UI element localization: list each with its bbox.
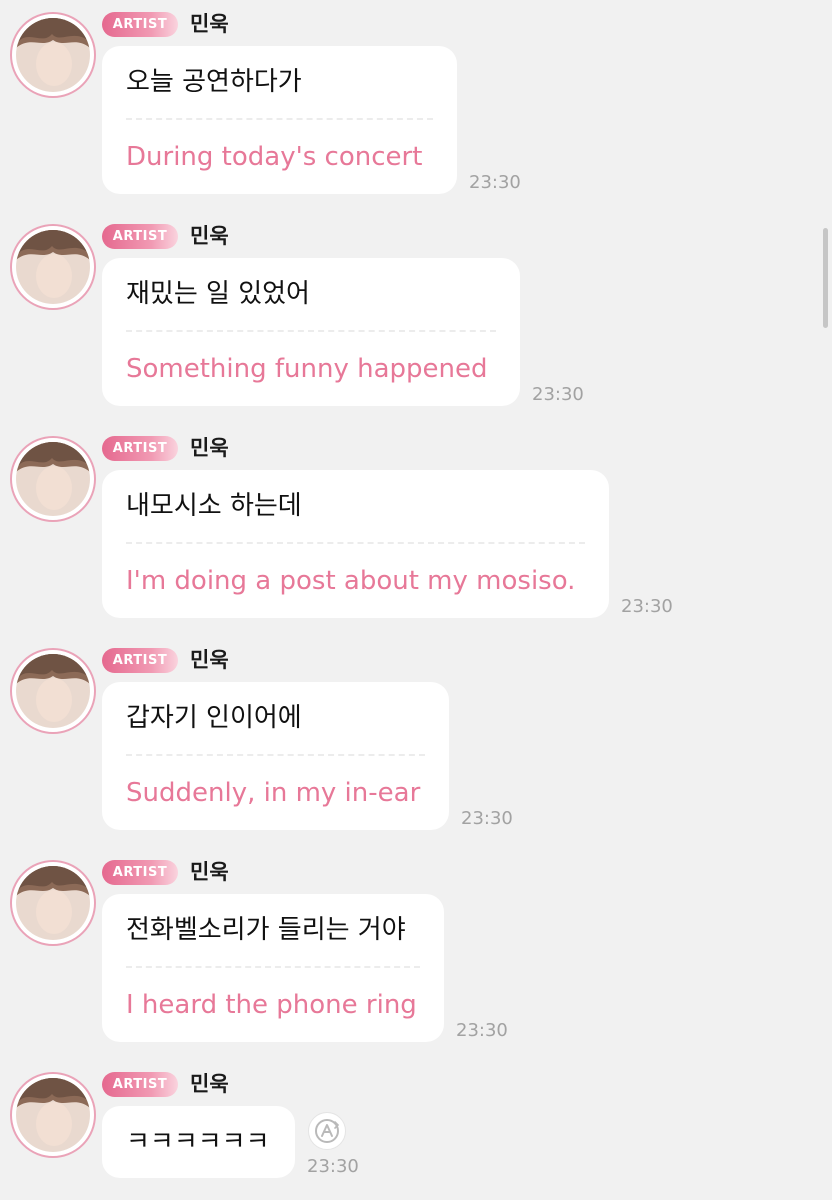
avatar[interactable] bbox=[10, 648, 96, 734]
message-timestamp: 23:30 bbox=[469, 172, 521, 193]
translate-icon bbox=[315, 1119, 340, 1143]
message-bubble[interactable]: 오늘 공연하다가 During today's concert bbox=[102, 46, 457, 194]
sender-name: 민욱 bbox=[190, 12, 229, 36]
message-bubble[interactable]: 재밌는 일 있었어 Something funny happened bbox=[102, 258, 520, 406]
sender-name: 민욱 bbox=[190, 1072, 229, 1096]
avatar[interactable] bbox=[10, 860, 96, 946]
message-original-text: 갑자기 인이어에 bbox=[126, 703, 302, 733]
message-translation-text: Something funny happened bbox=[126, 354, 488, 384]
message-timestamp: 23:30 bbox=[621, 596, 673, 617]
message-bubble[interactable]: 전화벨소리가 들리는 거야 I heard the phone ring bbox=[102, 894, 444, 1042]
sender-name: 민욱 bbox=[190, 860, 229, 884]
avatar[interactable] bbox=[10, 224, 96, 310]
scrollbar[interactable] bbox=[823, 228, 828, 328]
message-translation-text: Suddenly, in my in-ear bbox=[126, 778, 421, 808]
artist-badge: ARTIST bbox=[102, 224, 178, 249]
message-translation-text: During today's concert bbox=[126, 142, 423, 172]
artist-badge: ARTIST bbox=[102, 648, 178, 673]
sender-name: 민욱 bbox=[190, 648, 229, 672]
avatar[interactable] bbox=[10, 1072, 96, 1158]
message-bubble[interactable]: 갑자기 인이어에 Suddenly, in my in-ear bbox=[102, 682, 449, 830]
message-original-text: 재밌는 일 있었어 bbox=[126, 279, 310, 309]
avatar-photo bbox=[16, 442, 90, 516]
message-timestamp: 23:30 bbox=[307, 1156, 359, 1177]
message-original-text: 내모시소 하는데 bbox=[126, 491, 302, 521]
avatar-photo bbox=[16, 1078, 90, 1152]
message-bubble[interactable]: 내모시소 하는데 I'm doing a post about my mosis… bbox=[102, 470, 609, 618]
avatar-photo bbox=[16, 18, 90, 92]
avatar-photo bbox=[16, 866, 90, 940]
artist-badge: ARTIST bbox=[102, 436, 178, 461]
avatar[interactable] bbox=[10, 12, 96, 98]
artist-badge: ARTIST bbox=[102, 860, 178, 885]
message-original-text: 전화벨소리가 들리는 거야 bbox=[126, 915, 406, 945]
avatar-photo bbox=[16, 230, 90, 304]
artist-badge: ARTIST bbox=[102, 12, 178, 37]
message-translation-text: I heard the phone ring bbox=[126, 990, 417, 1020]
message-bubble[interactable]: ㅋㅋㅋㅋㅋㅋ bbox=[102, 1106, 295, 1178]
avatar[interactable] bbox=[10, 436, 96, 522]
translate-button[interactable] bbox=[308, 1112, 346, 1150]
message-timestamp: 23:30 bbox=[532, 384, 584, 405]
sender-name: 민욱 bbox=[190, 224, 229, 248]
message-timestamp: 23:30 bbox=[456, 1020, 508, 1041]
sender-name: 민욱 bbox=[190, 436, 229, 460]
message-original-text: ㅋㅋㅋㅋㅋㅋ bbox=[126, 1127, 270, 1157]
message-original-text: 오늘 공연하다가 bbox=[126, 67, 302, 97]
avatar-photo bbox=[16, 654, 90, 728]
message-translation-text: I'm doing a post about my mosiso. bbox=[126, 566, 576, 596]
message-timestamp: 23:30 bbox=[461, 808, 513, 829]
artist-badge: ARTIST bbox=[102, 1072, 178, 1097]
